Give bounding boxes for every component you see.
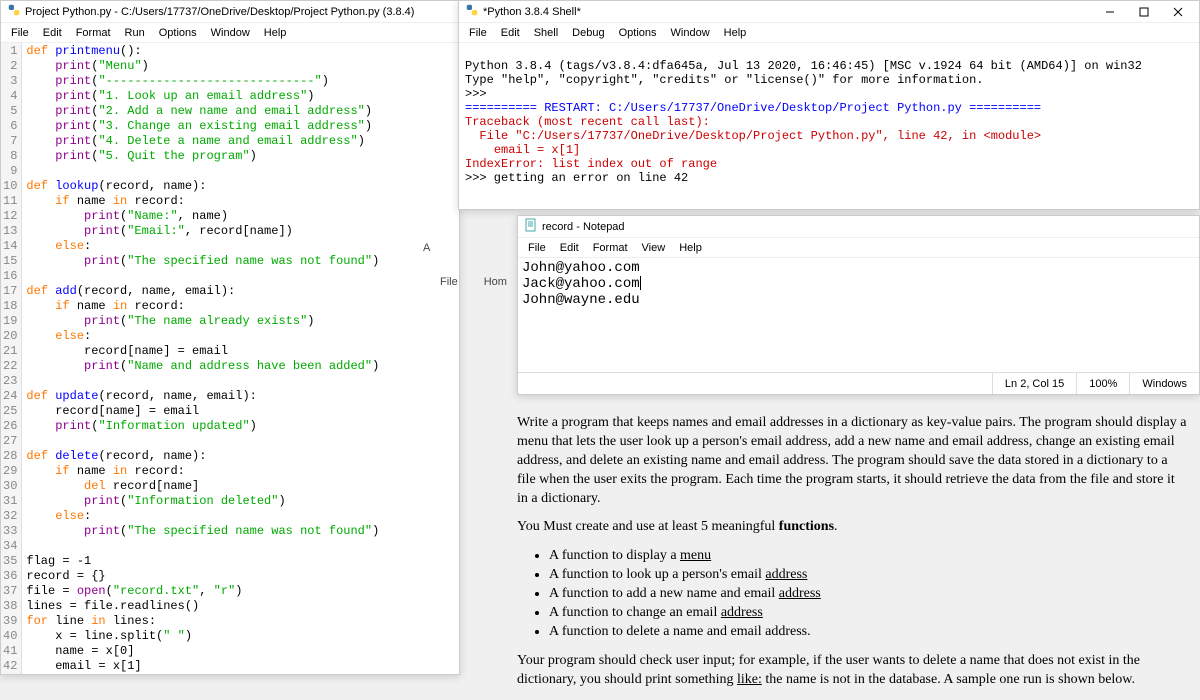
menu-file[interactable]: File — [463, 25, 493, 41]
editor-menubar[interactable]: FileEditFormatRunOptionsWindowHelp — [1, 23, 459, 43]
shell-titlebar[interactable]: *Python 3.8.4 Shell* — [459, 1, 1199, 23]
menu-format[interactable]: Format — [587, 240, 634, 256]
notepad-statusbar: Ln 2, Col 15 100% Windows — [518, 372, 1199, 394]
editor-titlebar[interactable]: Project Python.py - C:/Users/17737/OneDr… — [1, 1, 459, 23]
idle-shell-window[interactable]: *Python 3.8.4 Shell* FileEditShellDebugO… — [458, 0, 1200, 210]
menu-run[interactable]: Run — [119, 25, 151, 41]
assignment-text: Write a program that keeps names and ema… — [517, 414, 1187, 700]
menu-options[interactable]: Options — [153, 25, 203, 41]
notepad-window[interactable]: record - Notepad FileEditFormatViewHelp … — [517, 215, 1200, 395]
python-icon — [7, 3, 21, 20]
notepad-line[interactable]: John@wayne.edu — [522, 292, 1195, 308]
menu-help[interactable]: Help — [718, 25, 753, 41]
shell-banner-line: Type "help", "copyright", "credits" or "… — [465, 73, 983, 87]
shell-output[interactable]: Python 3.8.4 (tags/v3.8.4:dfa645a, Jul 1… — [459, 43, 1199, 209]
background-tabs: File Hom — [432, 272, 515, 292]
menu-file[interactable]: File — [5, 25, 35, 41]
shell-traceback-line: File "C:/Users/17737/OneDrive/Desktop/Pr… — [465, 129, 1041, 143]
menu-edit[interactable]: Edit — [495, 25, 526, 41]
list-item: A function to display a menu — [549, 547, 1187, 566]
notepad-line[interactable]: John@yahoo.com — [522, 260, 1195, 276]
shell-traceback-line: IndexError: list index out of range — [465, 157, 717, 171]
editor-gutter: 1234567891011121314151617181920212223242… — [1, 43, 22, 674]
notepad-title: record - Notepad — [542, 221, 1193, 233]
background-tabs: A — [415, 238, 438, 258]
list-item: A function to change an email address — [549, 604, 1187, 623]
python-icon — [465, 3, 479, 20]
close-button[interactable] — [1163, 3, 1193, 21]
status-line-ending: Windows — [1129, 373, 1199, 394]
editor-title: Project Python.py - C:/Users/17737/OneDr… — [25, 6, 453, 18]
notepad-titlebar[interactable]: record - Notepad — [518, 216, 1199, 238]
menu-window[interactable]: Window — [665, 25, 716, 41]
minimize-button[interactable] — [1095, 3, 1125, 21]
shell-input-line[interactable]: >>> getting an error on line 42 — [465, 171, 688, 185]
menu-help[interactable]: Help — [258, 25, 293, 41]
menu-format[interactable]: Format — [70, 25, 117, 41]
shell-menubar[interactable]: FileEditShellDebugOptionsWindowHelp — [459, 23, 1199, 43]
editor-code-area[interactable]: 1234567891011121314151617181920212223242… — [1, 43, 459, 674]
menu-help[interactable]: Help — [673, 240, 708, 256]
idle-editor-window[interactable]: Project Python.py - C:/Users/17737/OneDr… — [0, 0, 460, 675]
assignment-paragraph: Write a program that keeps names and ema… — [517, 414, 1187, 508]
notepad-line[interactable]: Jack@yahoo.com — [522, 276, 1195, 292]
notepad-textarea[interactable]: John@yahoo.comJack@yahoo.comJohn@wayne.e… — [518, 258, 1199, 372]
list-item: A function to delete a name and email ad… — [549, 623, 1187, 642]
list-item: A function to add a new name and email a… — [549, 585, 1187, 604]
menu-edit[interactable]: Edit — [554, 240, 585, 256]
menu-debug[interactable]: Debug — [566, 25, 610, 41]
notepad-menubar[interactable]: FileEditFormatViewHelp — [518, 238, 1199, 258]
menu-shell[interactable]: Shell — [528, 25, 564, 41]
notepad-icon — [524, 218, 538, 235]
tab-file[interactable]: File — [432, 272, 466, 292]
assignment-paragraph: Your program should check user input; fo… — [517, 652, 1187, 690]
shell-restart-line: ========== RESTART: C:/Users/17737/OneDr… — [465, 101, 1041, 115]
shell-prompt: >>> — [465, 87, 487, 101]
assignment-paragraph: You Must create and use at least 5 meani… — [517, 518, 1187, 537]
shell-traceback-line: Traceback (most recent call last): — [465, 115, 710, 129]
status-zoom: 100% — [1076, 373, 1129, 394]
list-item: A function to look up a person's email a… — [549, 566, 1187, 585]
editor-code[interactable]: def printmenu(): print("Menu") print("--… — [22, 43, 383, 674]
tab-fragment: A — [415, 238, 438, 258]
menu-file[interactable]: File — [522, 240, 552, 256]
maximize-button[interactable] — [1129, 3, 1159, 21]
shell-traceback-line: email = x[1] — [465, 143, 580, 157]
menu-view[interactable]: View — [636, 240, 672, 256]
menu-options[interactable]: Options — [613, 25, 663, 41]
tab-home[interactable]: Hom — [476, 272, 515, 292]
status-cursor-pos: Ln 2, Col 15 — [992, 373, 1076, 394]
menu-window[interactable]: Window — [205, 25, 256, 41]
menu-edit[interactable]: Edit — [37, 25, 68, 41]
shell-banner-line: Python 3.8.4 (tags/v3.8.4:dfa645a, Jul 1… — [465, 59, 1142, 73]
shell-title: *Python 3.8.4 Shell* — [483, 6, 1091, 18]
assignment-list: A function to display a menu A function … — [549, 547, 1187, 641]
